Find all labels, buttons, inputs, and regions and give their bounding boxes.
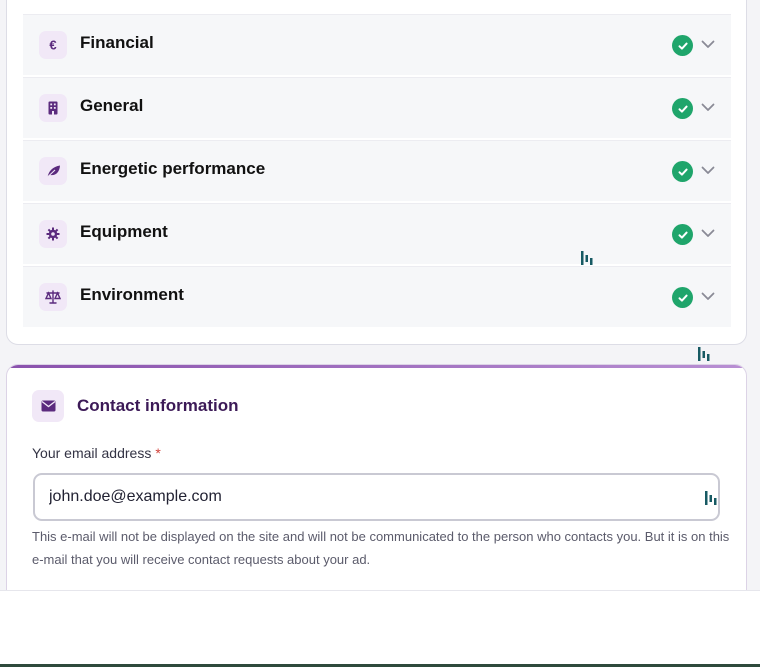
contact-information-card: Contact information Your email address * …	[6, 364, 747, 604]
svg-text:€: €	[49, 38, 56, 52]
password-manager-icon[interactable]	[697, 346, 711, 362]
section-label: General	[80, 96, 144, 115]
chevron-down-icon[interactable]	[701, 100, 715, 114]
check-icon	[672, 161, 693, 182]
section-title: Contact information	[77, 396, 239, 415]
section-row-equipment[interactable]: Equipment	[23, 203, 731, 264]
chevron-down-icon[interactable]	[701, 289, 715, 303]
required-marker: *	[155, 445, 161, 461]
envelope-icon	[32, 390, 64, 422]
section-label: Environment	[80, 285, 184, 304]
email-label-text: Your email address	[32, 445, 152, 461]
chevron-down-icon[interactable]	[701, 226, 715, 240]
check-icon	[672, 98, 693, 119]
building-icon	[39, 94, 67, 122]
sections-card: € Financial General Energetic performanc…	[6, 0, 747, 345]
section-row-energetic-performance[interactable]: Energetic performance	[23, 140, 731, 201]
leaf-icon	[39, 157, 67, 185]
password-manager-icon[interactable]	[580, 250, 594, 266]
page-footer-area	[0, 590, 760, 668]
check-icon	[672, 35, 693, 56]
chevron-down-icon[interactable]	[701, 37, 715, 51]
section-row-environment[interactable]: Environment	[23, 266, 731, 327]
section-label: Equipment	[80, 222, 168, 241]
email-field[interactable]	[33, 473, 720, 521]
check-icon	[672, 224, 693, 245]
section-label: Energetic performance	[80, 159, 266, 178]
email-field-label: Your email address *	[32, 445, 161, 461]
section-row-general[interactable]: General	[23, 77, 731, 138]
section-row-financial[interactable]: € Financial	[23, 14, 731, 75]
scales-icon	[39, 283, 67, 311]
section-label: Financial	[80, 33, 154, 52]
card-accent-bar	[7, 365, 746, 368]
email-help-text: This e-mail will not be displayed on the…	[32, 529, 730, 567]
password-manager-icon[interactable]	[704, 490, 718, 506]
gear-icon	[39, 220, 67, 248]
euro-icon: €	[39, 31, 67, 59]
check-icon	[672, 287, 693, 308]
chevron-down-icon[interactable]	[701, 163, 715, 177]
